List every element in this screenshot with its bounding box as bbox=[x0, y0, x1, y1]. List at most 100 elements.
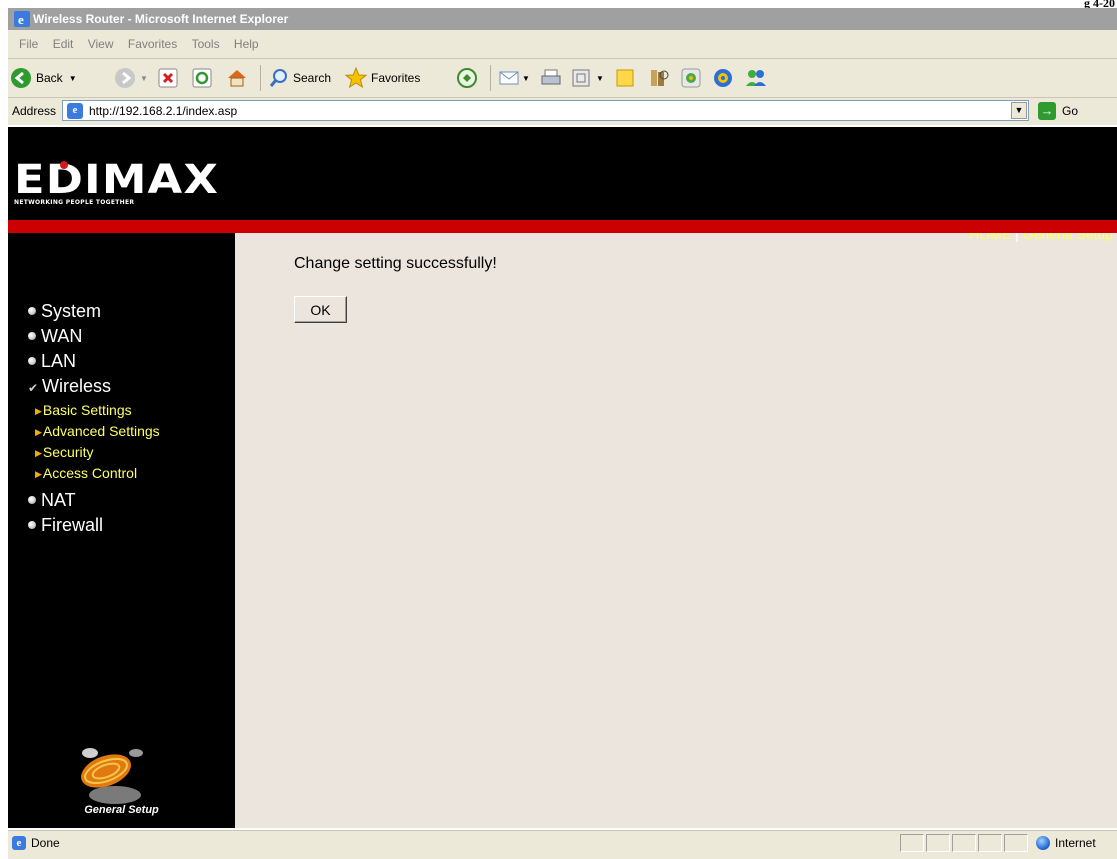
status-panel bbox=[978, 834, 1002, 852]
go-arrow-icon: → bbox=[1038, 102, 1056, 120]
users-button[interactable] bbox=[744, 64, 768, 92]
flower-icon bbox=[681, 68, 701, 88]
toolbar-separator bbox=[490, 65, 491, 91]
refresh-button[interactable] bbox=[192, 64, 212, 92]
brand-name: EDIMAX bbox=[14, 157, 219, 203]
security-zone: Internet bbox=[1036, 836, 1096, 850]
edit-icon bbox=[572, 69, 590, 87]
nav-nat[interactable]: NAT bbox=[28, 490, 76, 510]
nav-wan[interactable]: WAN bbox=[28, 326, 82, 346]
go-button[interactable]: → Go bbox=[1038, 101, 1078, 121]
forward-arrow-icon bbox=[115, 68, 135, 88]
nav-security-label: Security bbox=[42, 444, 94, 460]
favorites-button[interactable]: Favorites bbox=[344, 64, 420, 92]
bullet-icon bbox=[28, 357, 36, 365]
toolbar-separator bbox=[260, 65, 261, 91]
menu-tools[interactable]: Tools bbox=[192, 30, 220, 58]
print-icon bbox=[541, 69, 561, 85]
note-icon bbox=[616, 69, 634, 87]
menu-view[interactable]: View bbox=[88, 30, 114, 58]
page-status-icon: e bbox=[12, 836, 26, 850]
nav-wan-label: WAN bbox=[41, 326, 83, 346]
refresh-icon bbox=[192, 68, 212, 88]
bullet-icon bbox=[28, 496, 36, 504]
favorites-star-icon bbox=[344, 66, 368, 89]
nav-basic-settings-label: Basic Settings bbox=[42, 402, 132, 418]
arrow-right-icon: ▶ bbox=[35, 406, 42, 416]
status-bar: e Done Internet bbox=[8, 830, 1117, 859]
nav-access-control-label: Access Control bbox=[42, 465, 138, 481]
forward-button[interactable]: ▼ bbox=[114, 64, 148, 92]
status-panel bbox=[952, 834, 976, 852]
search-button[interactable]: Search bbox=[268, 64, 331, 92]
forward-dropdown-icon: ▼ bbox=[140, 73, 148, 83]
checkmark-icon: ✔ bbox=[28, 381, 39, 395]
header-red-bar bbox=[8, 220, 1117, 233]
router-header: EDIMAX NETWORKING PEOPLE TOGETHER bbox=[8, 127, 1117, 220]
nav-security[interactable]: ▶Security bbox=[35, 444, 94, 461]
address-input[interactable]: e http://192.168.2.1/index.asp ▼ bbox=[62, 100, 1029, 121]
mail-dropdown-icon: ▼ bbox=[522, 73, 530, 83]
bullet-icon bbox=[28, 332, 36, 340]
status-panel bbox=[926, 834, 950, 852]
arrow-right-icon: ▶ bbox=[35, 448, 42, 458]
users-icon bbox=[746, 70, 766, 86]
edimax-logo: EDIMAX NETWORKING PEOPLE TOGETHER bbox=[14, 160, 218, 206]
nav-nat-label: NAT bbox=[41, 490, 76, 510]
media-button[interactable] bbox=[456, 64, 478, 92]
bullet-icon bbox=[28, 307, 36, 315]
nav-firewall[interactable]: Firewall bbox=[28, 515, 103, 535]
back-arrow-icon bbox=[11, 68, 31, 88]
svg-text:e: e bbox=[18, 12, 24, 27]
print-button[interactable] bbox=[540, 64, 562, 92]
menu-favorites[interactable]: Favorites bbox=[128, 30, 177, 58]
media-icon bbox=[457, 68, 477, 88]
address-dropdown-icon[interactable]: ▼ bbox=[1011, 102, 1027, 119]
messenger-button[interactable] bbox=[680, 64, 702, 92]
target-icon bbox=[714, 69, 732, 87]
back-label: Back bbox=[36, 71, 63, 85]
nav-wireless-label: Wireless bbox=[42, 376, 112, 396]
status-text: Done bbox=[31, 836, 60, 850]
nav-basic-settings[interactable]: ▶Basic Settings bbox=[35, 402, 132, 419]
sidebar: System WAN LAN ✔ Wireless ▶Basic Settings… bbox=[8, 233, 235, 828]
ok-button[interactable]: OK bbox=[294, 296, 347, 323]
status-panel bbox=[900, 834, 924, 852]
home-button[interactable] bbox=[226, 64, 248, 92]
nav-access-control[interactable]: ▶Access Control bbox=[35, 465, 137, 482]
extra-button[interactable] bbox=[712, 64, 734, 92]
address-label: Address bbox=[12, 104, 57, 118]
nav-system[interactable]: System bbox=[28, 301, 101, 321]
edit-dropdown-icon: ▼ bbox=[596, 73, 604, 83]
research-button[interactable] bbox=[648, 64, 670, 92]
page-icon: e bbox=[67, 103, 83, 119]
success-message: Change setting successfully! bbox=[294, 255, 497, 272]
search-icon bbox=[269, 69, 287, 87]
menu-help[interactable]: Help bbox=[234, 30, 259, 58]
back-button[interactable]: Back ▼ bbox=[10, 64, 77, 92]
title-bar: e Wireless Router - Microsoft Internet E… bbox=[8, 8, 1117, 30]
status-done: e Done bbox=[12, 836, 60, 850]
toolbar: Back ▼ ▼ Search Favorites ▼ ▼ bbox=[8, 59, 1117, 98]
menu-edit[interactable]: Edit bbox=[53, 30, 74, 58]
nav-wireless[interactable]: ✔ Wireless bbox=[28, 376, 111, 398]
menu-file[interactable]: File bbox=[19, 30, 38, 58]
arrow-right-icon: ▶ bbox=[35, 427, 42, 437]
address-url: http://192.168.2.1/index.asp bbox=[89, 104, 238, 118]
window-title: Wireless Router - Microsoft Internet Exp… bbox=[33, 12, 289, 26]
back-dropdown-icon: ▼ bbox=[68, 73, 77, 83]
sidebar-footer-label: General Setup bbox=[84, 804, 159, 816]
nav-advanced-settings-label: Advanced Settings bbox=[42, 423, 160, 439]
edit-button[interactable]: ▼ bbox=[570, 64, 604, 92]
zone-label: Internet bbox=[1055, 836, 1096, 850]
discuss-button[interactable] bbox=[614, 64, 636, 92]
page-content: EDIMAX NETWORKING PEOPLE TOGETHER HOME |… bbox=[8, 127, 1117, 828]
nav-lan[interactable]: LAN bbox=[28, 351, 76, 371]
stop-button[interactable] bbox=[158, 64, 178, 92]
menu-bar: File Edit View Favorites Tools Help bbox=[8, 30, 1117, 59]
address-bar: Address e http://192.168.2.1/index.asp ▼… bbox=[8, 98, 1117, 125]
bullet-icon bbox=[28, 521, 36, 529]
mail-button[interactable]: ▼ bbox=[498, 64, 530, 92]
nav-advanced-settings[interactable]: ▶Advanced Settings bbox=[35, 423, 160, 440]
search-label: Search bbox=[293, 71, 332, 85]
